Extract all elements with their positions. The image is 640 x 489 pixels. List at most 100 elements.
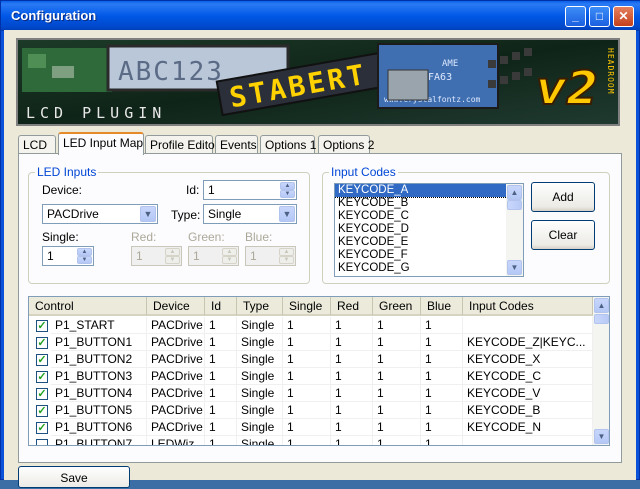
- tab-events[interactable]: Events: [215, 135, 258, 155]
- input-code-item[interactable]: KEYCODE_D: [335, 223, 507, 236]
- table-cell: P1_BUTTON1: [51, 334, 147, 351]
- table-cell: PACDrive: [147, 419, 205, 436]
- table-cell: P1_BUTTON7: [51, 436, 147, 445]
- banner-side-text: HEADROOM: [606, 48, 615, 95]
- column-header[interactable]: Single: [283, 297, 331, 316]
- input-code-item[interactable]: KEYCODE_F: [335, 249, 507, 262]
- table-cell: 1: [421, 402, 463, 419]
- tab-profile-editor[interactable]: Profile Editor: [145, 135, 219, 155]
- table-cell: P1_BUTTON6: [51, 419, 147, 436]
- column-header[interactable]: Input Codes: [463, 297, 593, 316]
- column-header[interactable]: Type: [237, 297, 283, 316]
- spin-up-icon: ▲: [279, 248, 294, 256]
- row-checkbox[interactable]: ✓: [36, 354, 48, 366]
- close-button[interactable]: ✕: [613, 6, 634, 27]
- spin-down-icon: ▼: [165, 256, 180, 264]
- row-checkbox[interactable]: ✓: [36, 320, 48, 332]
- id-stepper[interactable]: 1 ▲ ▼: [203, 180, 297, 200]
- table-cell: 1: [421, 436, 463, 445]
- scroll-down-icon[interactable]: ▼: [507, 260, 522, 275]
- device-select[interactable]: PACDrive ▼: [42, 204, 158, 224]
- table-row[interactable]: ✓ P1_START PACDrive 1 Single 1 1 1 1: [29, 317, 593, 334]
- scroll-thumb[interactable]: [507, 200, 522, 210]
- device-label: Device:: [42, 183, 83, 197]
- table-row[interactable]: ✓ P1_BUTTON3 PACDrive 1 Single 1 1 1 1 KEYCODE_C: [29, 368, 593, 385]
- table-scrollbar[interactable]: ▲ ▼: [593, 297, 609, 445]
- input-code-item[interactable]: KEYCODE_A: [335, 184, 508, 198]
- table-cell: PACDrive: [147, 351, 205, 368]
- table-cell: 1: [283, 351, 331, 368]
- column-header[interactable]: Device: [147, 297, 205, 316]
- input-codes-scrollbar[interactable]: ▲ ▼: [506, 184, 523, 276]
- tab-options-2[interactable]: Options 2: [318, 135, 374, 155]
- banner-lcd-text: ABC123: [118, 57, 224, 87]
- scroll-up-icon[interactable]: ▲: [594, 298, 609, 313]
- column-header[interactable]: Control: [29, 297, 147, 316]
- spin-down-icon[interactable]: ▼: [280, 190, 295, 198]
- tab-lcd[interactable]: LCD: [18, 135, 56, 155]
- chevron-down-icon[interactable]: ▼: [140, 206, 156, 222]
- table-cell: 1: [205, 385, 237, 402]
- maximize-button[interactable]: □: [589, 6, 610, 27]
- single-stepper[interactable]: 1 ▲ ▼: [42, 246, 94, 266]
- led-map-table[interactable]: Control Device Id Type Single Red Green Blue Inp…: [28, 296, 610, 446]
- tab-options-1[interactable]: Options 1: [260, 135, 316, 155]
- table-row[interactable]: ✓ P1_BUTTON6 PACDrive 1 Single 1 1 1 1 KEYCODE_N: [29, 419, 593, 436]
- type-select[interactable]: Single ▼: [203, 204, 297, 224]
- banner-version: v2: [536, 61, 598, 115]
- input-code-item[interactable]: KEYCODE_G: [335, 262, 507, 275]
- blue-stepper-value: 1: [250, 249, 257, 263]
- tab-led-input-map[interactable]: LED Input Map: [58, 132, 144, 155]
- table-cell: Single: [237, 436, 283, 445]
- add-button[interactable]: Add: [531, 182, 595, 212]
- input-code-item[interactable]: KEYCODE_C: [335, 210, 507, 223]
- table-cell: 1: [331, 436, 373, 445]
- green-stepper[interactable]: 1 ▲ ▼: [188, 246, 239, 266]
- column-header[interactable]: Red: [331, 297, 373, 316]
- table-cell: 1: [373, 351, 421, 368]
- input-code-item[interactable]: KEYCODE_B: [335, 197, 507, 210]
- row-checkbox[interactable]: ✓: [36, 371, 48, 383]
- banner-artwork: ABC123 STABERT AME CFA63 www.crystalfont…: [18, 40, 618, 124]
- table-cell: P1_BUTTON4: [51, 385, 147, 402]
- table-cell: 1: [331, 419, 373, 436]
- spin-down-icon[interactable]: ▼: [77, 256, 92, 264]
- table-cell: KEYCODE_Z|KEYC...: [463, 334, 593, 351]
- single-stepper-value: 1: [47, 249, 54, 263]
- table-cell: PACDrive: [147, 385, 205, 402]
- blue-stepper[interactable]: 1 ▲ ▼: [245, 246, 296, 266]
- table-cell: 1: [373, 317, 421, 334]
- column-header[interactable]: Blue: [421, 297, 463, 316]
- row-checkbox[interactable]: ✓: [36, 405, 48, 417]
- table-row[interactable]: ✓ P1_BUTTON1 PACDrive 1 Single 1 1 1 1 KEYCODE_Z|…: [29, 334, 593, 351]
- title-bar[interactable]: Configuration _ □ ✕: [1, 1, 640, 31]
- table-cell: PACDrive: [147, 368, 205, 385]
- table-row[interactable]: ✓ P1_BUTTON4 PACDrive 1 Single 1 1 1 1 KEYCODE_V: [29, 385, 593, 402]
- scroll-up-icon[interactable]: ▲: [507, 185, 522, 200]
- table-cell: P1_BUTTON2: [51, 351, 147, 368]
- table-cell: 1: [205, 402, 237, 419]
- row-checkbox[interactable]: ✓: [36, 422, 48, 434]
- save-button[interactable]: Save: [18, 466, 130, 488]
- row-checkbox[interactable]: [36, 439, 48, 445]
- table-row[interactable]: P1_BUTTON7 LEDWiz 1 Single 1 1 1 1: [29, 436, 593, 445]
- input-code-item[interactable]: KEYCODE_E: [335, 236, 507, 249]
- table-cell: 1: [421, 419, 463, 436]
- spin-up-icon[interactable]: ▲: [280, 182, 295, 190]
- chevron-down-icon[interactable]: ▼: [279, 206, 295, 222]
- table-row[interactable]: ✓ P1_BUTTON5 PACDrive 1 Single 1 1 1 1 KEYCODE_B: [29, 402, 593, 419]
- spin-up-icon[interactable]: ▲: [77, 248, 92, 256]
- column-header[interactable]: Id: [205, 297, 237, 316]
- input-codes-list[interactable]: KEYCODE_A KEYCODE_B KEYCODE_C KEYCODE_D KEYC…: [334, 183, 524, 277]
- red-stepper[interactable]: 1 ▲ ▼: [131, 246, 182, 266]
- scroll-down-icon[interactable]: ▼: [594, 429, 609, 444]
- column-header[interactable]: Green: [373, 297, 421, 316]
- row-checkbox[interactable]: ✓: [36, 337, 48, 349]
- row-checkbox[interactable]: ✓: [36, 388, 48, 400]
- table-cell: PACDrive: [147, 334, 205, 351]
- table-cell: 1: [283, 436, 331, 445]
- minimize-button[interactable]: _: [565, 6, 586, 27]
- scroll-thumb[interactable]: [594, 314, 609, 324]
- table-row[interactable]: ✓ P1_BUTTON2 PACDrive 1 Single 1 1 1 1 KEYCODE_X: [29, 351, 593, 368]
- clear-button[interactable]: Clear: [531, 220, 595, 250]
